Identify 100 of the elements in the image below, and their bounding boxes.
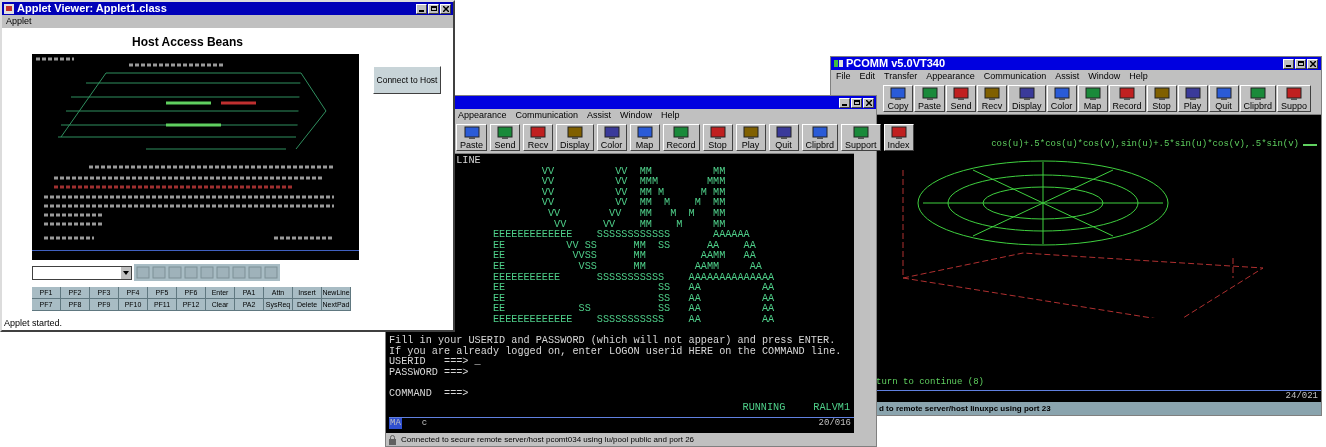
terminal-text: PASSWORD ===> <box>389 367 470 379</box>
toolbar-button[interactable]: Stop <box>1146 85 1177 112</box>
toolbar-button[interactable]: Paste <box>456 124 487 151</box>
maximize-button[interactable] <box>428 3 439 14</box>
toolbar-button[interactable]: Recv <box>523 124 553 151</box>
screen-icon <box>603 125 620 140</box>
terminal-text: COMMAND ===> <box>389 389 470 400</box>
toolbar-button[interactable]: Map <box>629 124 660 151</box>
toolbar-button[interactable]: Support <box>841 124 881 151</box>
screen-icon <box>953 86 969 101</box>
terminal-text: EEEEEEEEEEE SSSSSSSSSSS AAAAAAAAAAAAAA <box>491 272 776 283</box>
toolbar-button[interactable]: Recv <box>977 85 1007 112</box>
toolbar-button[interactable]: Copy <box>883 85 913 112</box>
status-text: Connected to secure remote server/host pcomt034 using lu/pool public and port 26 <box>401 435 695 444</box>
menu-item[interactable]: Communication <box>515 108 579 123</box>
minimize-button[interactable] <box>839 97 850 108</box>
terminal-text: Fill in your USERID and PASSWORD (which will not appear) and press ENTER. <box>389 336 836 347</box>
screen-icon <box>463 125 480 140</box>
applet-icon <box>4 3 14 14</box>
toolbar-button[interactable]: Color <box>596 124 627 151</box>
screen-icon <box>984 86 1000 101</box>
terminal-text: EEEEEEEEEEEEE SSSSSSSSSSS AA AA <box>491 314 776 326</box>
menu-item[interactable]: Window <box>620 108 653 123</box>
toolbar-button[interactable]: Color <box>1046 85 1077 112</box>
toolbar-button[interactable]: Index <box>883 124 914 151</box>
toolbar-button[interactable]: Send <box>490 124 520 151</box>
close-button[interactable] <box>440 3 451 14</box>
system-name: RALVM1 <box>813 402 850 414</box>
maximize-button[interactable] <box>851 97 862 108</box>
screen-icon <box>673 125 690 140</box>
screen-icon <box>1053 86 1070 101</box>
caret-icon <box>123 270 129 275</box>
menu-item[interactable]: Appearance <box>926 69 975 84</box>
screen-icon <box>1215 86 1232 101</box>
terminal-text: VV VV MMM MMM <box>540 177 727 188</box>
minimize-button[interactable] <box>1283 58 1294 69</box>
screen-icon <box>852 125 869 140</box>
terminal-text: EE VSS MM AAMM AA <box>491 261 763 273</box>
toolbar-button[interactable]: Send <box>946 85 976 112</box>
menu-item[interactable]: Assist <box>1055 69 1080 84</box>
dropdown-field[interactable] <box>32 265 132 280</box>
terminal-text: VV VV MM MM <box>540 166 727 177</box>
toolbar-button[interactable]: Suppo <box>1277 85 1312 112</box>
toolbar-button[interactable]: Record <box>662 124 700 151</box>
toolbar-button[interactable]: Stop <box>702 124 733 151</box>
menu-item[interactable]: Appearance <box>458 108 507 123</box>
lock-icon <box>388 434 397 445</box>
legend-line <box>1303 143 1317 146</box>
toolbar-button[interactable]: Display <box>556 124 594 151</box>
toolbar-button[interactable]: Play <box>735 124 766 151</box>
window-title: PCOMM v5.0VT340 <box>846 58 947 69</box>
menu-item[interactable]: Help <box>1129 69 1148 84</box>
terminal-text: EE SS SS AA AA <box>491 304 776 315</box>
close-button[interactable] <box>863 97 874 108</box>
toolbar-button[interactable]: Clipbrd <box>1239 85 1277 112</box>
oia-indicator: c <box>421 418 428 430</box>
menu-item[interactable]: File <box>836 69 851 84</box>
screen-icon <box>566 125 583 140</box>
toolbar-button[interactable]: Quit <box>1208 85 1239 112</box>
cursor-position: 20/016 <box>818 418 852 430</box>
toolbar-button[interactable]: Display <box>1008 85 1046 112</box>
toolbar-button[interactable]: Play <box>1177 85 1208 112</box>
screen-icon <box>497 125 513 140</box>
screen-icon <box>742 125 759 140</box>
screen-icon <box>811 125 828 140</box>
toolbar-button[interactable]: Paste <box>914 85 945 112</box>
menu-item[interactable]: Edit <box>859 69 876 84</box>
terminal-text: VV VV MM M MM <box>553 219 727 230</box>
menu-item[interactable]: Assist <box>587 108 612 123</box>
menu-item[interactable]: Applet <box>6 14 32 29</box>
minimize-button[interactable] <box>416 3 427 14</box>
terminal-text: If you are already logged on, enter LOGON userid HERE on the COMMAND line. <box>389 346 843 357</box>
menu-item[interactable]: Transfer <box>884 69 918 84</box>
close-button[interactable] <box>1307 58 1318 69</box>
toolbar-button[interactable]: Map <box>1077 85 1108 112</box>
formula-text: cos(u)+.5*cos(u)*cos(v),sin(u)+.5*sin(u)*cos(v),.5*sin(v) <box>991 139 1299 150</box>
menu-item[interactable]: Help <box>661 108 680 123</box>
screen-icon <box>890 86 906 101</box>
maximize-button[interactable] <box>1295 58 1306 69</box>
screen-icon <box>1286 86 1303 101</box>
terminal-text: VV VV MM M M MM <box>540 198 727 209</box>
screen-icon <box>1018 86 1035 101</box>
screen-icon <box>709 125 726 140</box>
menu-item[interactable]: Communication <box>983 69 1047 84</box>
menu-item[interactable]: Window <box>1088 69 1121 84</box>
toolbar-button[interactable]: Record <box>1108 85 1146 112</box>
prompt-text: turn to continue (8) <box>876 377 986 388</box>
terminal-icon <box>834 59 843 68</box>
screen-icon <box>1184 86 1201 101</box>
terminal-text: USERID ===> _ <box>389 357 482 368</box>
terminal-text: VV VV MM M M MM <box>546 208 727 220</box>
terminal-status: RUNNING <box>742 402 786 414</box>
oia-indicator: MA <box>389 418 402 430</box>
terminal-text: EE SS AA AA <box>491 283 776 294</box>
toolbar-button[interactable]: Clipbrd <box>801 124 839 151</box>
screen-icon <box>921 86 938 101</box>
applet-heading: Host Access Beans <box>132 34 243 51</box>
connect-button[interactable]: Connect to Host <box>373 66 441 94</box>
toolbar-button[interactable]: Quit <box>768 124 799 151</box>
screen-icon <box>1249 86 1266 101</box>
